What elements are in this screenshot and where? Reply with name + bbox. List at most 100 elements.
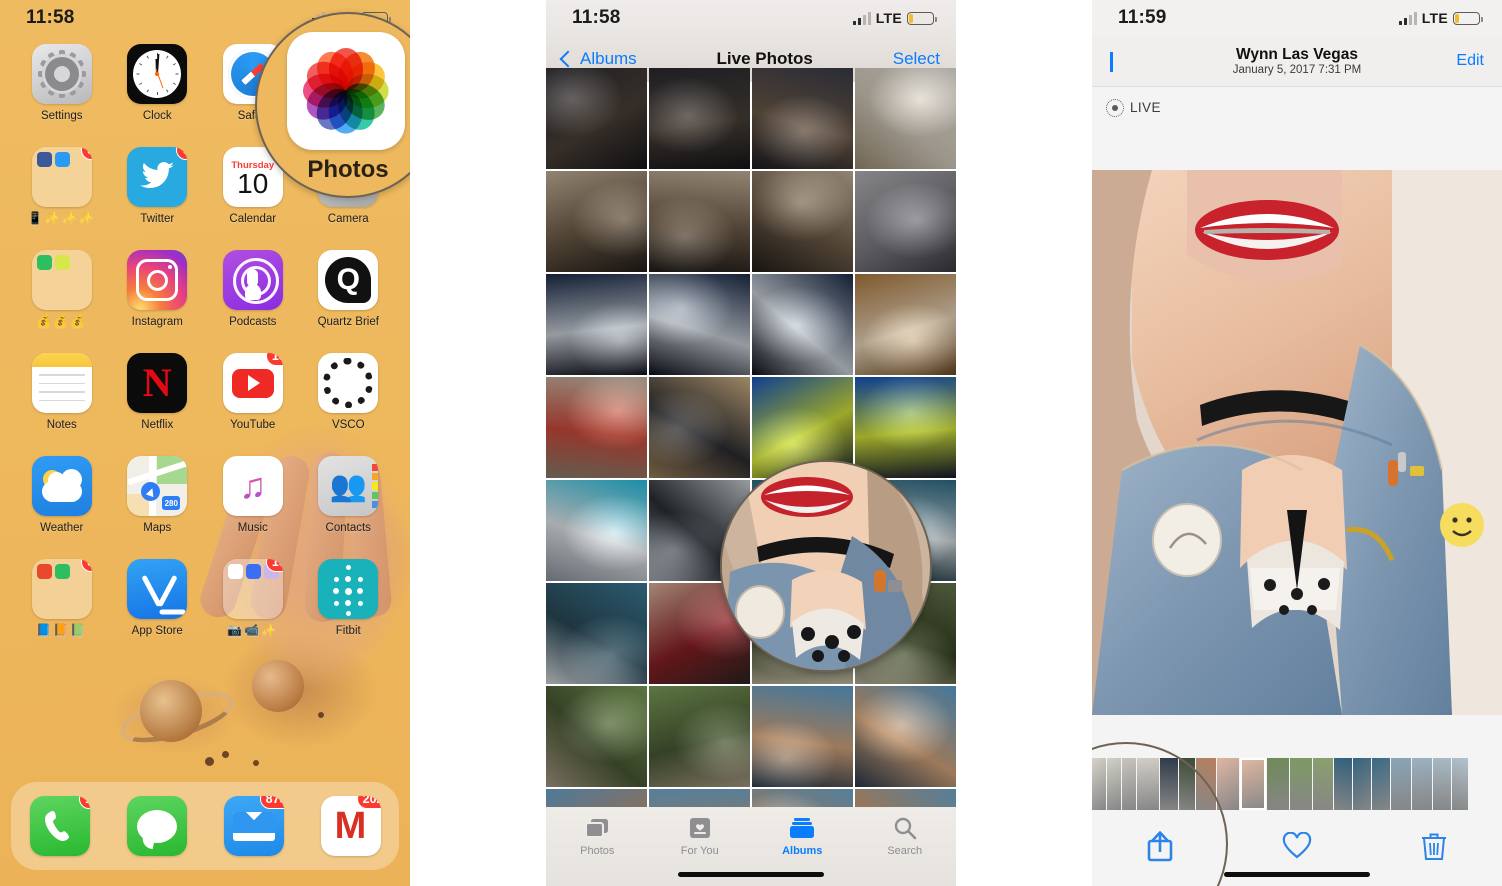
- clock-icon[interactable]: [127, 44, 188, 104]
- app-icon-instagram[interactable]: Instagram: [110, 250, 206, 328]
- photo-thumbnail[interactable]: [546, 274, 647, 375]
- phone-icon[interactable]: 1: [29, 796, 90, 856]
- photo-thumbnail[interactable]: [855, 274, 956, 375]
- photo-thumbnail[interactable]: [855, 171, 956, 272]
- photo-thumbnail[interactable]: [752, 686, 853, 787]
- tab-photos[interactable]: Photos: [546, 816, 649, 886]
- filmstrip-thumbnail[interactable]: [1372, 758, 1390, 810]
- app-icon-money-folder[interactable]: 💰💰💰: [14, 250, 110, 328]
- maps-icon[interactable]: 280: [127, 456, 188, 516]
- photo-thumbnail[interactable]: [649, 686, 750, 787]
- navigation-bar: Wynn Las Vegas January 5, 2017 7:31 PM E…: [1092, 36, 1502, 86]
- quartz-icon[interactable]: Q: [318, 250, 379, 310]
- app-icon-photo-apps-folder[interactable]: 19 📷📹✨: [205, 559, 301, 637]
- app-icon-mail[interactable]: 878: [223, 796, 284, 856]
- instagram-icon[interactable]: [127, 250, 188, 310]
- app-icon-books-folder[interactable]: 3 📘📙📗: [14, 559, 110, 637]
- photo-thumbnail[interactable]: [649, 68, 750, 169]
- select-button[interactable]: Select: [893, 49, 940, 69]
- photo-thumbnail[interactable]: [546, 377, 647, 478]
- app-icon-twitter[interactable]: 9 Twitter: [110, 147, 206, 225]
- photo-thumbnail[interactable]: [546, 583, 647, 684]
- filmstrip-thumbnail[interactable]: [1391, 758, 1411, 810]
- music-icon[interactable]: ♫: [222, 456, 283, 516]
- filmstrip-thumbnail[interactable]: [1217, 758, 1239, 810]
- app-icon-clock[interactable]: Clock: [110, 44, 206, 122]
- youtube-icon[interactable]: 13: [222, 353, 283, 413]
- filmstrip-thumbnail[interactable]: [1452, 758, 1468, 810]
- photo-thumbnail[interactable]: [649, 789, 750, 807]
- app-icon-maps[interactable]: 280 Maps: [110, 456, 206, 534]
- photo-thumbnail[interactable]: [649, 377, 750, 478]
- app-icon-netflix[interactable]: N Netflix: [110, 353, 206, 431]
- app-icon-vsco[interactable]: VSCO: [301, 353, 397, 431]
- app-icon-social-folder[interactable]: 3 📱✨✨✨: [14, 147, 110, 225]
- folder-icon[interactable]: 3: [31, 147, 92, 207]
- photo-thumbnail[interactable]: [649, 171, 750, 272]
- notes-icon[interactable]: [31, 353, 92, 413]
- contacts-icon[interactable]: 👥: [318, 456, 379, 516]
- filmstrip-thumbnail[interactable]: [1240, 758, 1266, 810]
- photo-thumbnail[interactable]: [855, 68, 956, 169]
- app-icon-youtube[interactable]: 13 YouTube: [205, 353, 301, 431]
- weather-icon[interactable]: [31, 456, 92, 516]
- photo-thumbnail[interactable]: [752, 789, 853, 807]
- photo-thumbnail[interactable]: [546, 171, 647, 272]
- filmstrip-thumbnail[interactable]: [1353, 758, 1371, 810]
- photo-thumbnail[interactable]: [752, 68, 853, 169]
- vsco-icon[interactable]: [318, 353, 379, 413]
- photo-thumbnail[interactable]: [855, 789, 956, 807]
- app-icon-fitbit[interactable]: Fitbit: [301, 559, 397, 637]
- gmail-icon[interactable]: M 202: [320, 796, 381, 856]
- app-icon-phone[interactable]: 1: [29, 796, 90, 856]
- app-icon-music[interactable]: ♫ Music: [205, 456, 301, 534]
- delete-button[interactable]: [1421, 831, 1447, 866]
- filmstrip-thumbnail[interactable]: [1412, 758, 1432, 810]
- app-icon-contacts[interactable]: 👥 Contacts: [301, 456, 397, 534]
- app-icon-messages[interactable]: [126, 796, 187, 856]
- netflix-icon[interactable]: N: [127, 353, 188, 413]
- app-icon-quartz-brief[interactable]: Q Quartz Brief: [301, 250, 397, 328]
- photos-app-icon[interactable]: [287, 32, 405, 150]
- folder-icon[interactable]: 3: [31, 559, 92, 619]
- app-store-icon[interactable]: [127, 559, 188, 619]
- photo-thumbnail[interactable]: [546, 480, 647, 581]
- mail-icon[interactable]: 878: [223, 796, 284, 856]
- app-icon-settings[interactable]: Settings: [14, 44, 110, 122]
- podcasts-icon[interactable]: [222, 250, 283, 310]
- photo-thumbnail[interactable]: [752, 171, 853, 272]
- home-indicator: [1224, 872, 1370, 877]
- filmstrip-thumbnail[interactable]: [1267, 758, 1289, 810]
- photo-thumbnail[interactable]: [546, 789, 647, 807]
- fitbit-icon[interactable]: [318, 559, 379, 619]
- filmstrip-thumbnail[interactable]: [1290, 758, 1312, 810]
- app-icon-podcasts[interactable]: Podcasts: [205, 250, 301, 328]
- folder-icon[interactable]: 19: [222, 559, 283, 619]
- folder-icon[interactable]: [31, 250, 92, 310]
- photo-image[interactable]: [1092, 170, 1502, 715]
- photo-thumbnail[interactable]: [546, 68, 647, 169]
- app-icon-app-store[interactable]: App Store: [110, 559, 206, 637]
- chevron-left-icon: [559, 50, 577, 68]
- live-photo-badge[interactable]: LIVE: [1092, 86, 1502, 128]
- favorite-button[interactable]: [1282, 831, 1312, 865]
- settings-icon[interactable]: [31, 44, 92, 104]
- app-icon-gmail[interactable]: M 202: [320, 796, 381, 856]
- photo-thumbnail[interactable]: [752, 274, 853, 375]
- photo-thumbnail[interactable]: [546, 686, 647, 787]
- filmstrip-thumbnail[interactable]: [1313, 758, 1333, 810]
- photo-grid[interactable]: [546, 68, 956, 807]
- back-button[interactable]: Albums: [559, 49, 637, 69]
- photo-thumbnail[interactable]: [855, 686, 956, 787]
- filmstrip-thumbnail[interactable]: [1334, 758, 1352, 810]
- messages-icon[interactable]: [126, 796, 187, 856]
- edit-button[interactable]: Edit: [1456, 52, 1484, 70]
- app-label: Maps: [143, 522, 172, 534]
- app-icon-notes[interactable]: Notes: [14, 353, 110, 431]
- tab-search[interactable]: Search: [854, 816, 957, 886]
- photo-thumbnail[interactable]: [649, 274, 750, 375]
- photo-thumbnail[interactable]: [855, 377, 956, 478]
- twitter-icon[interactable]: 9: [127, 147, 188, 207]
- app-icon-weather[interactable]: Weather: [14, 456, 110, 534]
- filmstrip-thumbnail[interactable]: [1433, 758, 1451, 810]
